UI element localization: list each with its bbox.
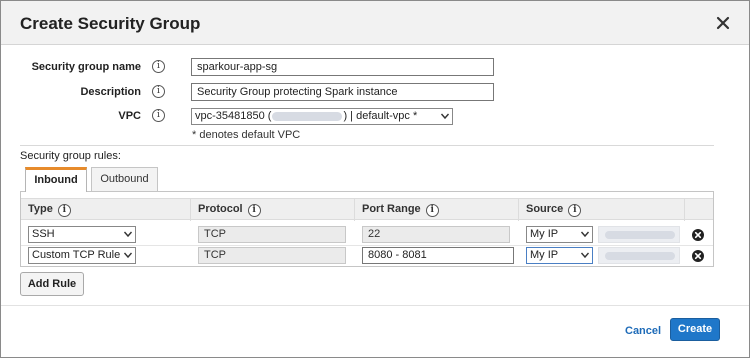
row-divider: [21, 245, 713, 246]
column-header-source-label: Source: [526, 203, 564, 215]
chevron-down-icon: [580, 252, 590, 259]
chevron-down-icon: [580, 231, 590, 238]
description-input[interactable]: Security Group protecting Spark instance: [191, 83, 494, 101]
tab-outbound[interactable]: Outbound: [91, 167, 158, 191]
chevron-down-icon: [123, 231, 133, 238]
info-icon[interactable]: i: [152, 109, 165, 122]
column-header-type-label: Type: [28, 203, 53, 215]
redacted-vpc-cidr: [272, 111, 343, 121]
add-rule-button[interactable]: Add Rule: [20, 272, 84, 296]
rule-source-value: My IP: [530, 249, 559, 261]
rule-source-value: My IP: [530, 228, 559, 240]
create-security-group-dialog: Create Security Group Security group nam…: [0, 0, 750, 358]
column-header-protocol: Protocol i: [198, 203, 261, 217]
chevron-down-icon: [123, 252, 133, 259]
default-vpc-note: * denotes default VPC: [192, 129, 301, 141]
security-group-name-label: Security group name: [31, 61, 141, 73]
rule-protocol-field: TCP: [198, 226, 346, 243]
dialog-title: Create Security Group: [20, 14, 201, 33]
remove-rule-icon[interactable]: [692, 250, 704, 262]
column-header-port-range-label: Port Range: [362, 203, 421, 215]
close-icon[interactable]: [715, 15, 731, 31]
redacted-ip: [605, 231, 675, 239]
column-header-protocol-label: Protocol: [198, 203, 243, 215]
rule-port-range-field: 22: [362, 226, 510, 243]
column-divider: [354, 199, 355, 221]
rule-source-select[interactable]: My IP: [526, 226, 593, 243]
description-label: Description: [80, 86, 141, 98]
rule-source-select[interactable]: My IP: [526, 247, 593, 264]
info-icon[interactable]: i: [425, 204, 439, 217]
column-divider: [190, 199, 191, 221]
security-group-rules-label: Security group rules:: [20, 150, 121, 162]
security-group-name-input[interactable]: sparkour-app-sg: [191, 58, 494, 76]
column-divider: [684, 199, 685, 221]
vpc-select[interactable]: vpc-35481850 ( ) | default-vpc *: [191, 108, 453, 125]
redacted-ip: [605, 252, 675, 260]
rule-protocol-field: TCP: [198, 247, 346, 264]
dialog-header: Create Security Group: [1, 1, 749, 45]
cancel-button[interactable]: Cancel: [625, 325, 661, 337]
rule-type-value: SSH: [32, 228, 55, 240]
chevron-down-icon: [440, 113, 450, 120]
vpc-select-prefix: vpc-35481850 (: [195, 110, 272, 122]
rules-table: Type i Protocol i Port Range i Source i SSH …: [20, 191, 714, 267]
vpc-label: VPC: [118, 110, 141, 122]
remove-rule-icon[interactable]: [692, 229, 704, 241]
tab-inbound[interactable]: Inbound: [25, 167, 87, 192]
info-icon[interactable]: i: [152, 85, 165, 98]
rules-table-header: Type i Protocol i Port Range i Source i: [21, 198, 713, 221]
vpc-select-suffix: ) | default-vpc *: [343, 110, 418, 122]
rule-type-value: Custom TCP Rule: [32, 249, 121, 261]
column-header-source: Source i: [526, 203, 582, 217]
rule-type-select[interactable]: SSH: [28, 226, 136, 243]
divider: [20, 145, 714, 146]
column-divider: [518, 199, 519, 221]
rule-type-select[interactable]: Custom TCP Rule: [28, 247, 136, 264]
rule-port-range-input[interactable]: 8080 - 8081: [362, 247, 514, 264]
info-icon[interactable]: i: [57, 204, 71, 217]
info-icon[interactable]: i: [152, 60, 165, 73]
column-header-port-range: Port Range i: [362, 203, 439, 217]
info-icon[interactable]: i: [247, 204, 261, 217]
create-button[interactable]: Create: [670, 318, 720, 341]
column-header-type: Type i: [28, 203, 71, 217]
info-icon[interactable]: i: [568, 204, 582, 217]
source-ip-field[interactable]: [598, 226, 680, 243]
footer-divider: [1, 305, 749, 306]
source-ip-field[interactable]: [598, 247, 680, 264]
